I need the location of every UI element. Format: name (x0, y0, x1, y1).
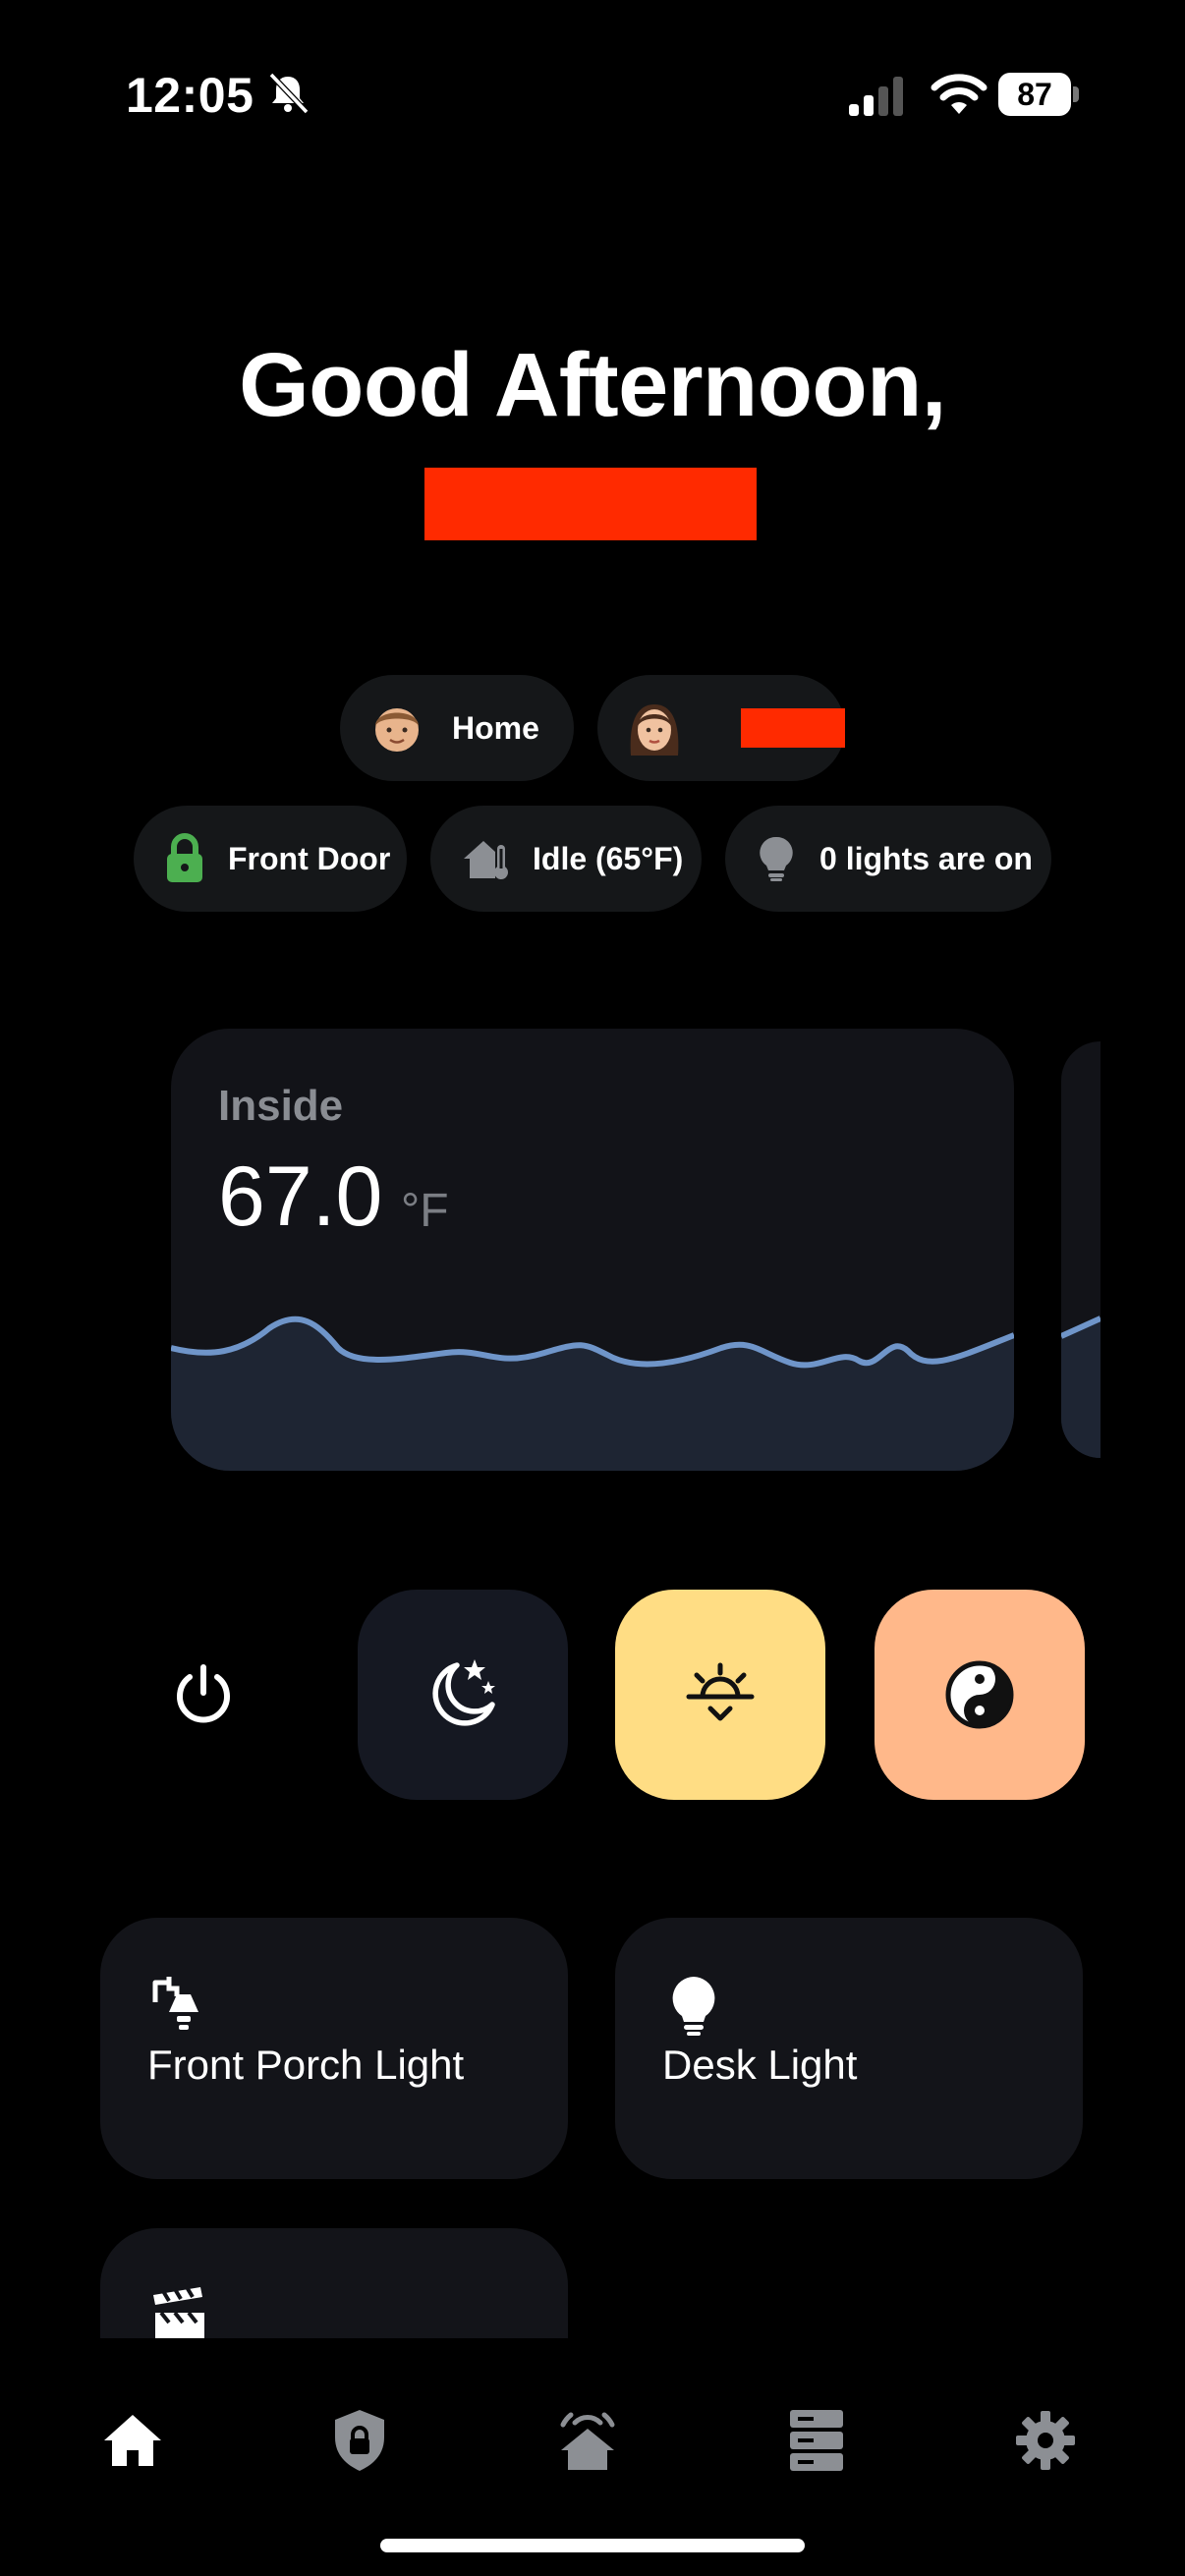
nav-settings[interactable] (1006, 2401, 1085, 2480)
person-pill-redacted[interactable] (597, 675, 845, 781)
temperature-unit: °F (401, 1185, 449, 1237)
front-porch-light-label: Front Porch Light (147, 2042, 465, 2088)
nav-alarm[interactable] (548, 2401, 627, 2480)
next-sensor-card[interactable] (1061, 1041, 1100, 1458)
day-scene-button[interactable] (615, 1590, 825, 1800)
wifi-icon (931, 74, 988, 114)
cellular-signal-icon (849, 77, 903, 116)
power-icon (177, 1664, 230, 1723)
shield-icon (335, 2410, 384, 2471)
greeting-title: Good Afternoon, (239, 335, 946, 435)
person-pill-home[interactable]: Home (340, 675, 574, 781)
nav-security[interactable] (320, 2401, 399, 2480)
server-icon (790, 2410, 843, 2471)
person-name-redacted (741, 708, 845, 748)
power-scene-button[interactable] (98, 1590, 309, 1800)
sunrise-icon (686, 1662, 755, 1721)
clapperboard-icon (153, 2285, 204, 2338)
person-label-home: Home (452, 709, 539, 746)
user-name-redacted (424, 468, 757, 540)
porch-light-icon (152, 1977, 198, 2030)
temperature-label: Inside (218, 1082, 344, 1130)
lights-label: 0 lights are on (819, 840, 1033, 876)
hvac-pill[interactable]: Idle (65°F) (430, 806, 702, 912)
man-avatar-icon (366, 697, 428, 759)
home-indicator[interactable] (380, 2539, 805, 2552)
battery-indicator: 87 (998, 73, 1079, 116)
next-sensor-graph (1061, 1316, 1100, 1458)
night-scene-button[interactable] (358, 1590, 568, 1800)
lightbulb-icon (672, 1977, 715, 2036)
battery-level: 87 (998, 73, 1071, 116)
yin-yang-icon (945, 1660, 1014, 1729)
hvac-label: Idle (65°F) (533, 840, 684, 876)
lock-icon (167, 833, 202, 882)
night-icon (432, 1659, 495, 1726)
desk-light-tile[interactable]: Desk Light (615, 1918, 1083, 2179)
status-time: 12:05 (126, 68, 254, 123)
home-thermostat-icon (464, 841, 508, 879)
gear-icon (1016, 2411, 1075, 2470)
lightbulb-icon (760, 836, 793, 881)
scene-tile[interactable] (100, 2228, 568, 2338)
temperature-value: 67.0 (218, 1149, 383, 1244)
front-porch-light-tile[interactable]: Front Porch Light (100, 1918, 568, 2179)
front-door-pill[interactable]: Front Door (134, 806, 407, 912)
house-alarm-icon (560, 2412, 615, 2470)
bell-slash-icon (268, 72, 310, 115)
balance-scene-button[interactable] (875, 1590, 1085, 1800)
nav-devices[interactable] (777, 2401, 856, 2480)
desk-light-label: Desk Light (662, 2042, 858, 2088)
home-icon (104, 2415, 161, 2466)
nav-home[interactable] (93, 2401, 172, 2480)
lights-pill[interactable]: 0 lights are on (725, 806, 1051, 912)
front-door-label: Front Door (228, 840, 391, 876)
woman-avatar-icon (623, 697, 686, 759)
inside-temperature-card[interactable]: Inside 67.0 °F (171, 1029, 1014, 1471)
